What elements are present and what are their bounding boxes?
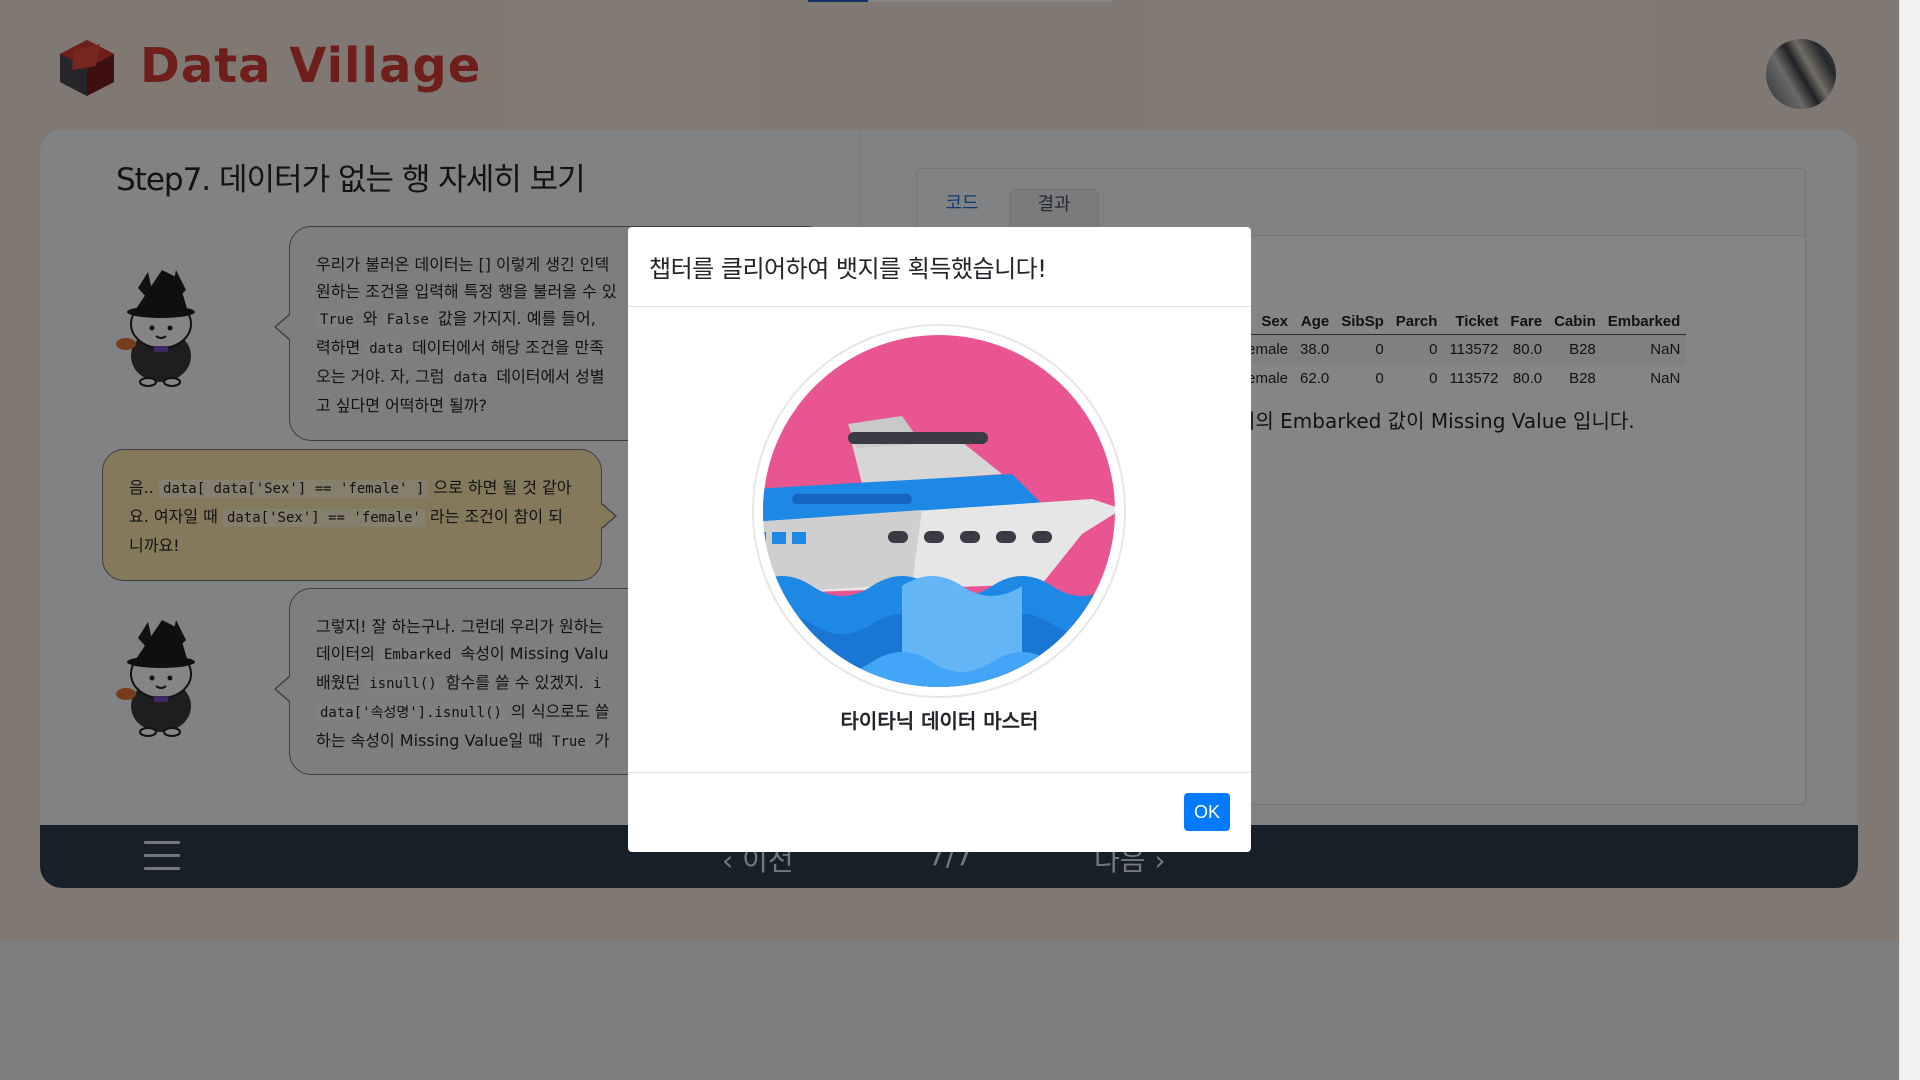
modal-title: 챕터를 클리어하여 뱃지를 획득했습니다! — [649, 255, 1047, 283]
modal-divider — [628, 306, 1251, 307]
titanic-ship-badge-icon — [752, 324, 1126, 698]
ok-button[interactable]: OK — [1184, 793, 1230, 831]
vertical-scrollbar[interactable] — [1899, 0, 1920, 1080]
badge-modal: 챕터를 클리어하여 뱃지를 획득했습니다! 타이타닉 데이터 마스터 OK — [628, 227, 1251, 852]
badge-label: 타이타닉 데이터 마스터 — [840, 709, 1039, 733]
modal-divider — [628, 772, 1251, 773]
